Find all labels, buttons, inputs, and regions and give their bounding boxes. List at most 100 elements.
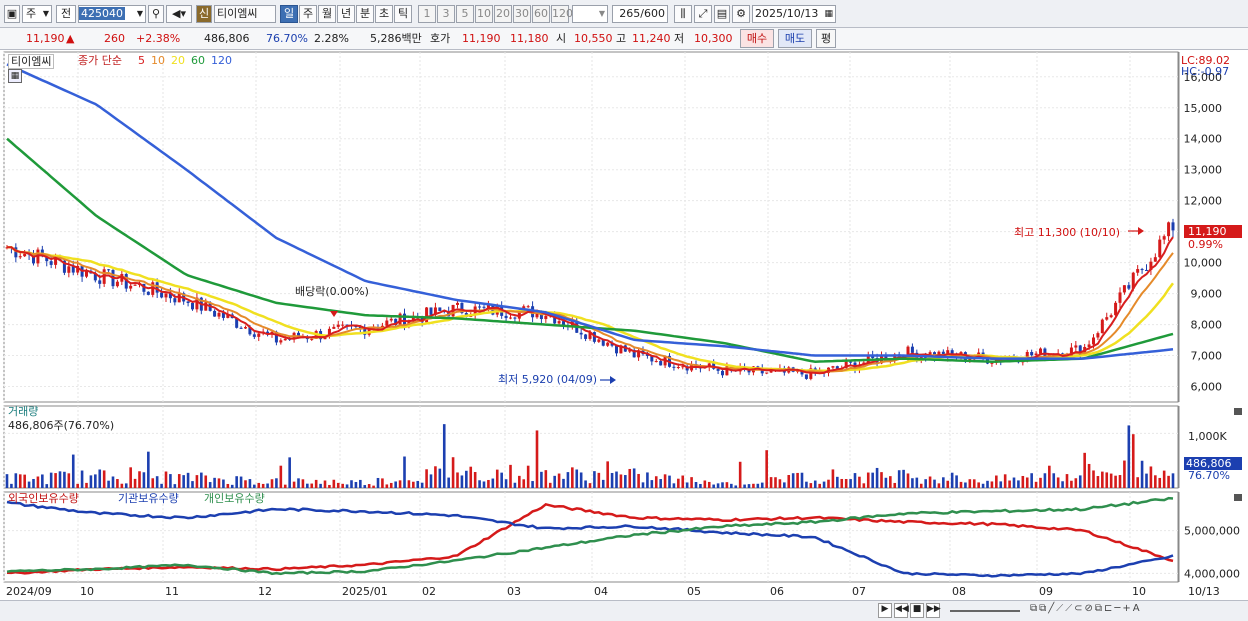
period-tab-0[interactable]: 일	[280, 5, 298, 23]
volume-bar	[518, 475, 521, 488]
forward-button[interactable]: ▶▶	[926, 603, 941, 618]
candle-body	[257, 333, 261, 337]
volume-bar	[226, 483, 230, 488]
volume-bar	[818, 483, 821, 488]
ma-periods: 5 10 20 60 120	[138, 54, 238, 67]
candle-body	[504, 315, 508, 319]
interval-tab-5[interactable]: 5	[456, 5, 474, 23]
period-tab-5[interactable]: 초	[375, 5, 393, 23]
prefix-button[interactable]: 전	[56, 5, 76, 23]
sell-button[interactable]: 매도	[778, 29, 812, 48]
crosshair-icon[interactable]: ⤢	[694, 5, 712, 23]
volume-bar	[257, 482, 261, 488]
candle-body	[721, 370, 724, 376]
volume-bar	[866, 472, 870, 488]
volume-bar	[138, 471, 141, 488]
volume-bar	[544, 470, 548, 488]
volume-bar	[482, 481, 486, 488]
market-select[interactable]: 주 ▼	[22, 5, 52, 23]
volume-bar	[447, 477, 450, 488]
speaker-icon[interactable]: ◀▾	[166, 5, 192, 23]
volume-bar	[487, 479, 490, 488]
interval-tab-30[interactable]: 30	[513, 5, 531, 23]
stop-button[interactable]: ■	[910, 603, 924, 618]
volume-bar	[465, 470, 468, 488]
candle-body	[98, 280, 102, 284]
volume-bar	[142, 472, 146, 488]
date-input[interactable]: 2025/10/13 ▦	[752, 5, 836, 23]
candle-body	[389, 318, 393, 321]
volume-bar	[111, 476, 115, 488]
volume-bar	[301, 479, 305, 488]
volume-bar	[557, 473, 561, 488]
volume-bar	[160, 483, 163, 488]
search-icon[interactable]: ⚲	[148, 5, 164, 23]
volume-bar	[606, 461, 609, 488]
period-tab-3[interactable]: 년	[337, 5, 355, 23]
interval-tab-3[interactable]: 3	[437, 5, 455, 23]
candle-body	[160, 292, 164, 298]
interval-select[interactable]: ▼	[572, 5, 608, 23]
avg-button[interactable]: 평	[816, 29, 836, 48]
volume-bar	[32, 478, 35, 488]
volume-bar	[297, 478, 300, 488]
volume-bar	[1096, 476, 1100, 488]
volume-bar	[133, 478, 137, 488]
chart-area[interactable]: 16,00015,00014,00013,00012,00011,00010,0…	[0, 50, 1248, 621]
code-input[interactable]: 425040 ▼	[78, 5, 146, 23]
volume-bar	[800, 472, 804, 488]
volume-bar	[270, 479, 274, 488]
chevron-down-icon: ▼	[598, 9, 605, 18]
stock-name[interactable]: 티이엠씨	[214, 5, 276, 23]
chart-svg: 16,00015,00014,00013,00012,00011,00010,0…	[3, 51, 1242, 598]
candle-body	[1167, 222, 1171, 237]
table-icon[interactable]: ▦	[8, 69, 22, 83]
interval-tab-1[interactable]: 1	[418, 5, 436, 23]
x-tick-label: 06	[770, 585, 784, 598]
zoom-slider[interactable]	[950, 610, 1020, 612]
interval-tab-60[interactable]: 60	[532, 5, 550, 23]
layout-icon[interactable]: ▣	[4, 5, 20, 23]
price-tick-label: 15,000	[1184, 102, 1223, 115]
candle-body	[579, 332, 583, 335]
interval-tab-120[interactable]: 120	[551, 5, 573, 23]
period-tab-1[interactable]: 주	[299, 5, 317, 23]
candle-body	[155, 282, 159, 293]
volume-bar	[597, 472, 601, 488]
volume-bar	[186, 472, 190, 488]
volume-bar	[955, 475, 958, 488]
volume-bar	[177, 474, 181, 488]
gear-icon[interactable]: ⚙	[732, 5, 750, 23]
volume-bar	[261, 483, 265, 488]
candle-body	[1127, 285, 1131, 289]
candle-body	[654, 361, 658, 363]
turnover-rate: 2.28%	[314, 32, 349, 45]
buy-button[interactable]: 매수	[740, 29, 774, 48]
volume-bar	[747, 484, 751, 488]
volume-bar	[1105, 472, 1109, 488]
scroll-right-button[interactable]: ▶	[878, 603, 892, 618]
volume-bar	[858, 476, 861, 488]
period-tab-2[interactable]: 월	[318, 5, 336, 23]
interval-tab-20[interactable]: 20	[494, 5, 512, 23]
high-annotation: 최고 11,300 (10/10)	[1014, 226, 1121, 239]
volume-bar	[836, 476, 839, 488]
drawing-tools[interactable]: ⧉⧉╱⟋⟋⊂⊘⧉⊏─+A	[1030, 603, 1242, 618]
volume-bar	[588, 483, 592, 488]
volume-bar	[619, 474, 623, 488]
volume-bar	[509, 464, 512, 488]
volume-bar	[601, 479, 605, 488]
x-tick-label: 2024/09	[6, 585, 52, 598]
volume-bar	[363, 485, 367, 488]
save-icon[interactable]: ▤	[714, 5, 730, 23]
candle-icon[interactable]: ⫼	[674, 5, 692, 23]
volume-bar	[1145, 473, 1148, 488]
volume-bar	[200, 472, 203, 488]
candle-body	[544, 315, 548, 320]
rewind-button[interactable]: ◀◀	[894, 603, 909, 618]
volume-bar	[41, 474, 44, 488]
period-tab-6[interactable]: 틱	[394, 5, 412, 23]
period-tab-4[interactable]: 분	[356, 5, 374, 23]
count-input[interactable]: 265/600	[612, 5, 668, 23]
interval-tab-10[interactable]: 10	[475, 5, 493, 23]
